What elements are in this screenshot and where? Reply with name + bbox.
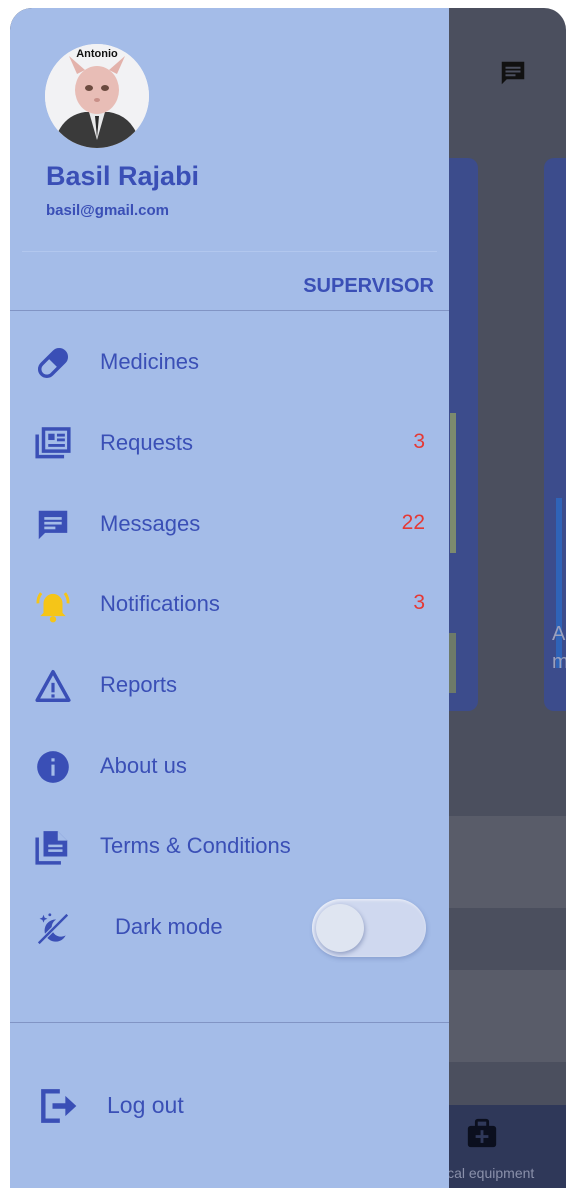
menu-item-label: Notifications: [100, 591, 220, 616]
menu-item-count: 3: [413, 430, 425, 453]
dark-mode-icon: [37, 913, 69, 945]
toggle-knob[interactable]: [316, 904, 364, 952]
logout-icon: [41, 1089, 77, 1123]
newspaper-icon: [35, 427, 71, 459]
menu-item-about-us[interactable]: About us: [10, 736, 449, 796]
menu-item-medicines[interactable]: Medicines: [10, 332, 449, 392]
menu-item-notifications[interactable]: Notifications 3: [10, 574, 449, 634]
menu-item-count: 22: [401, 511, 425, 534]
menu-item-label: About us: [100, 753, 187, 778]
user-email: basil@gmail.com: [46, 202, 169, 219]
chat-icon[interactable]: [498, 58, 528, 88]
medical-kit-icon[interactable]: [465, 1116, 499, 1150]
pill-icon: [37, 347, 69, 379]
dark-mode-toggle[interactable]: [312, 899, 426, 957]
dark-mode-row: Dark mode: [10, 896, 449, 960]
avatar[interactable]: Antonio: [45, 44, 149, 148]
divider: [10, 1022, 449, 1023]
header-divider: [22, 251, 437, 252]
menu-item-label: Messages: [100, 511, 201, 536]
logout-button[interactable]: Log out: [10, 1076, 449, 1136]
role-label: SUPERVISOR: [303, 275, 434, 297]
bell-ringing-icon: [36, 592, 70, 623]
menu-item-count: 3: [413, 591, 425, 614]
menu-item-terms-conditions[interactable]: Terms & Conditions: [10, 816, 449, 876]
message-icon: [38, 510, 68, 540]
navigation-drawer: Antonio Basil Rajabi basil@gmail.com SUP…: [10, 8, 449, 1188]
logout-label: Log out: [107, 1092, 184, 1118]
menu-item-reports[interactable]: Reports: [10, 655, 449, 715]
menu-item-requests[interactable]: Requests 3: [10, 413, 449, 473]
dark-mode-label: Dark mode: [115, 914, 223, 939]
menu-item-label: Terms & Conditions: [100, 833, 291, 858]
nav-label-medical-equipment[interactable]: ical equipment: [444, 1165, 534, 1181]
menu-item-label: Reports: [100, 672, 178, 697]
phone-screen: A m ical equipment Antonio Basil Rajabi …: [10, 8, 566, 1188]
avatar-caption: Antonio: [76, 48, 118, 60]
user-name: Basil Rajabi: [46, 161, 200, 191]
info-icon: [37, 751, 69, 783]
menu-item-messages[interactable]: Messages 22: [10, 494, 449, 554]
menu-item-label: Requests: [100, 430, 193, 455]
background-card-text: A m: [552, 623, 566, 673]
menu-item-label: Medicines: [100, 349, 200, 374]
document-icon: [35, 831, 68, 865]
divider: [10, 310, 449, 311]
warning-triangle-icon: [35, 670, 71, 702]
